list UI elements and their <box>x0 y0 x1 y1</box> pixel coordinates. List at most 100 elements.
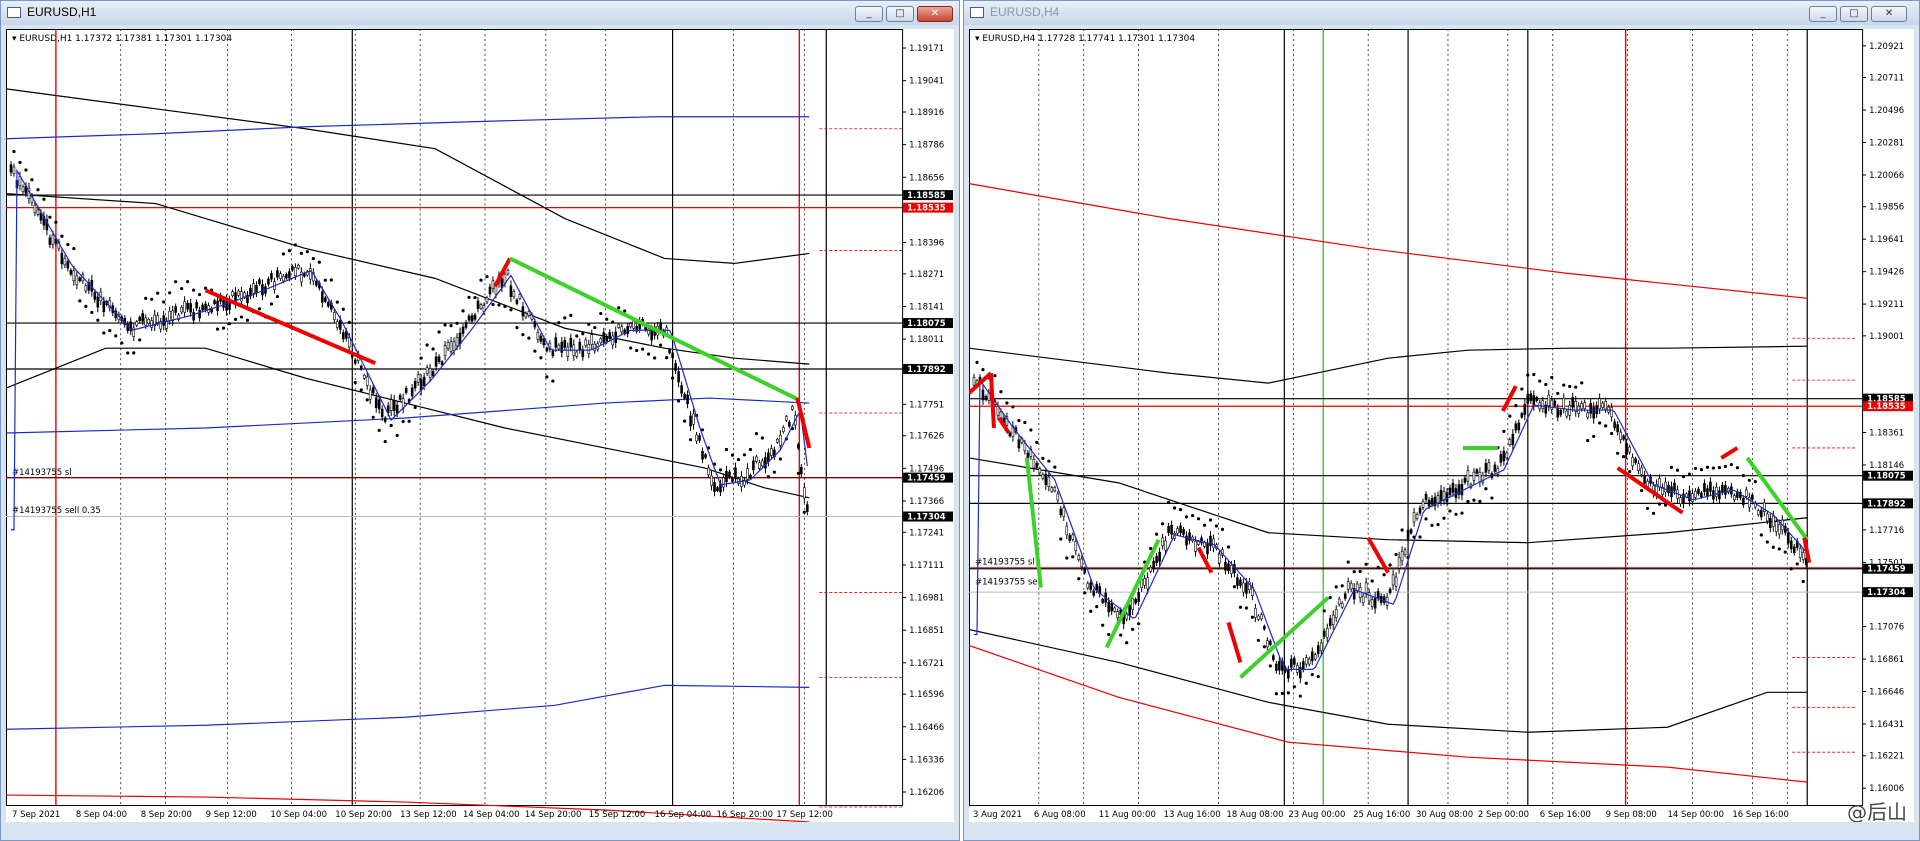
maximize-button[interactable]: □ <box>1840 6 1868 22</box>
level-price-tag: 1.18075 <box>1867 471 1906 481</box>
parabolic-sar-dot <box>796 471 800 475</box>
parabolic-sar-dot <box>1196 517 1201 521</box>
candle-body <box>1245 582 1248 594</box>
candle-body <box>270 273 273 280</box>
parabolic-sar-dot <box>1574 385 1578 389</box>
candle-body <box>1194 540 1197 552</box>
candle-body <box>1257 615 1260 620</box>
parabolic-sar-dot <box>1604 424 1608 428</box>
candle-body <box>650 329 653 341</box>
time-label: 9 Sep 12:00 <box>206 809 257 819</box>
window-titlebar[interactable]: EURUSD,H1 _ □ ✕ <box>1 1 959 25</box>
candle-body <box>1218 553 1221 564</box>
parabolic-sar-dot <box>1711 466 1716 470</box>
candle-body <box>707 467 710 476</box>
price-chart-h4[interactable]: ▾ EURUSD,H4 1.17728 1.17741 1.17301 1.17… <box>969 29 1914 822</box>
candle-body <box>1313 654 1317 660</box>
parabolic-sar-dot <box>1358 569 1362 574</box>
chart-window-eurusd-h1[interactable]: EURUSD,H1 _ □ ✕ ▾ EURUSD,H1 1.17372 1.17… <box>0 0 960 841</box>
price-label: 1.16006 <box>1869 783 1904 793</box>
candle-body <box>1460 483 1464 496</box>
candle-body <box>1556 408 1560 418</box>
parabolic-sar-dot <box>1083 591 1087 595</box>
parabolic-sar-dot <box>419 356 423 360</box>
parabolic-sar-dot <box>1298 694 1302 698</box>
candle-body <box>144 317 148 326</box>
candle-body <box>620 326 623 333</box>
parabolic-sar-dot <box>1107 632 1111 637</box>
candle-body <box>195 301 198 309</box>
candle-body <box>1316 645 1320 654</box>
candle-body <box>1167 525 1170 534</box>
parabolic-sar-dot <box>772 470 776 474</box>
parabolic-sar-dot <box>1244 606 1249 610</box>
minimize-button[interactable]: _ <box>855 6 883 22</box>
parabolic-sar-dot <box>1184 515 1189 519</box>
candle-body <box>1059 508 1063 516</box>
chart-window-eurusd-h4[interactable]: EURUSD,H4 _ □ ✕ ▾ EURUSD,H4 1.17728 1.17… <box>963 0 1920 841</box>
time-label: 14 Sep 00:00 <box>1668 809 1725 819</box>
parabolic-sar-dot <box>275 294 280 299</box>
maximize-button[interactable]: □ <box>886 6 914 22</box>
candle-body <box>51 234 55 245</box>
candle-body <box>683 393 686 399</box>
price-label: 1.17751 <box>909 399 944 409</box>
candle-body <box>1421 501 1425 508</box>
candle-body <box>731 478 734 482</box>
parabolic-sar-dot <box>144 296 148 300</box>
candle-body <box>1137 592 1140 602</box>
candle-body <box>554 337 558 348</box>
level-price-tag: 1.18585 <box>907 190 946 200</box>
candle-body <box>1331 614 1335 625</box>
candle-body <box>602 332 606 343</box>
candle-body <box>539 335 543 342</box>
price-label: 1.16466 <box>909 722 944 732</box>
candle-body <box>632 320 635 329</box>
candle-body <box>1035 462 1039 468</box>
candle-body <box>1535 397 1539 402</box>
candle-body <box>545 347 549 352</box>
chart-canvas[interactable]: ▾ EURUSD,H4 1.17728 1.17741 1.17301 1.17… <box>969 29 1914 822</box>
price-chart-h1[interactable]: ▾ EURUSD,H1 1.17372 1.17381 1.17301 1.17… <box>6 29 954 822</box>
price-label: 1.18361 <box>1869 427 1904 437</box>
parabolic-sar-dot <box>365 398 369 402</box>
candle-body <box>599 338 603 343</box>
parabolic-sar-dot <box>437 330 441 334</box>
candle-body <box>755 456 758 462</box>
parabolic-sar-dot <box>778 457 782 461</box>
parabolic-sar-dot <box>1352 570 1356 574</box>
candle-body <box>1532 395 1536 407</box>
candle-body <box>392 399 396 411</box>
minimize-button[interactable]: _ <box>1809 6 1837 22</box>
candle-body <box>1691 493 1694 502</box>
parabolic-sar-dot <box>521 333 525 337</box>
candle-body <box>333 312 336 320</box>
candle-body <box>485 297 489 303</box>
chart-canvas[interactable]: ▾ EURUSD,H1 1.17372 1.17381 1.17301 1.17… <box>6 29 954 822</box>
price-label: 1.16851 <box>909 625 944 635</box>
close-button[interactable]: ✕ <box>1871 6 1907 22</box>
candle-body <box>1478 471 1482 483</box>
parabolic-sar-dot <box>718 468 723 472</box>
candle-body <box>1146 577 1149 589</box>
candle-body <box>1077 555 1081 560</box>
candle-body <box>770 448 773 457</box>
order-label-sl: #14193755 sl <box>975 557 1035 567</box>
parabolic-sar-dot <box>1310 673 1314 677</box>
candle-body <box>282 275 285 282</box>
candle-body <box>297 264 300 269</box>
candle-body <box>1044 473 1048 486</box>
parabolic-sar-dot <box>1430 523 1434 527</box>
parabolic-sar-dot <box>1675 468 1680 472</box>
price-label: 1.19856 <box>1869 202 1904 212</box>
candle-body <box>1346 581 1350 590</box>
candle-body <box>569 337 573 348</box>
parabolic-sar-dot <box>1101 623 1105 627</box>
candle-body <box>36 209 40 215</box>
candle-body <box>659 322 662 331</box>
parabolic-sar-dot <box>1705 465 1710 469</box>
candle-body <box>279 273 282 279</box>
price-label: 1.16336 <box>909 754 944 764</box>
window-titlebar[interactable]: EURUSD,H4 _ □ ✕ <box>964 1 1919 25</box>
close-button[interactable]: ✕ <box>917 6 953 22</box>
